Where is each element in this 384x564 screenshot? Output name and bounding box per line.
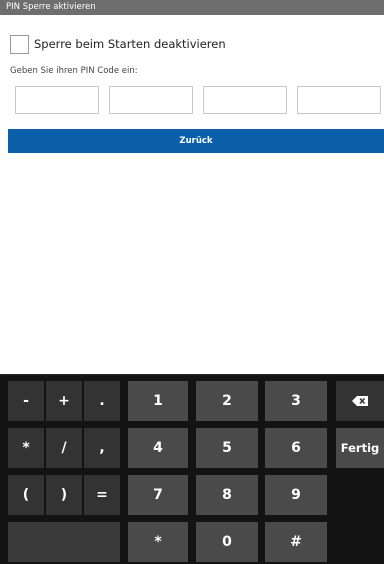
key-6[interactable]: 6: [265, 428, 327, 468]
key-space[interactable]: [8, 522, 120, 562]
done-key[interactable]: Fertig: [336, 428, 384, 468]
key-1[interactable]: 1: [128, 381, 188, 421]
key-2[interactable]: 2: [196, 381, 258, 421]
key-4[interactable]: 4: [128, 428, 188, 468]
disable-lock-checkbox-row[interactable]: Sperre beim Starten deaktivieren: [10, 34, 226, 54]
window-title: PIN Sperre aktivieren: [0, 0, 384, 15]
key-3[interactable]: 3: [265, 381, 327, 421]
disable-lock-checkbox[interactable]: [10, 34, 29, 54]
key-period[interactable]: .: [84, 381, 120, 421]
numeric-keyboard: - + . 1 2 3 * / , 4 5 6 Fertig ( ) = 7 8…: [0, 374, 384, 564]
pin-field-3[interactable]: [203, 86, 287, 114]
backspace-icon: [352, 396, 368, 406]
key-9[interactable]: 9: [265, 475, 327, 515]
key-delete[interactable]: [336, 381, 384, 421]
pin-field-2[interactable]: [109, 86, 193, 114]
key-star[interactable]: *: [128, 522, 188, 562]
key-close-paren[interactable]: ): [46, 475, 82, 515]
key-plus[interactable]: +: [46, 381, 82, 421]
key-hash[interactable]: #: [265, 522, 327, 562]
disable-lock-label: Sperre beim Starten deaktivieren: [34, 37, 226, 51]
key-7[interactable]: 7: [128, 475, 188, 515]
back-button[interactable]: Zurück: [8, 129, 384, 153]
pin-prompt: Geben Sie ihren PIN Code ein:: [10, 66, 138, 76]
pin-field-1[interactable]: [15, 86, 99, 114]
key-0[interactable]: 0: [196, 522, 258, 562]
key-5[interactable]: 5: [196, 428, 258, 468]
pin-field-4[interactable]: [297, 86, 381, 114]
key-comma[interactable]: ,: [84, 428, 120, 468]
key-minus[interactable]: -: [8, 381, 44, 421]
key-slash[interactable]: /: [46, 428, 82, 468]
key-open-paren[interactable]: (: [8, 475, 44, 515]
key-asterisk[interactable]: *: [8, 428, 44, 468]
key-equals[interactable]: =: [84, 475, 120, 515]
key-8[interactable]: 8: [196, 475, 258, 515]
